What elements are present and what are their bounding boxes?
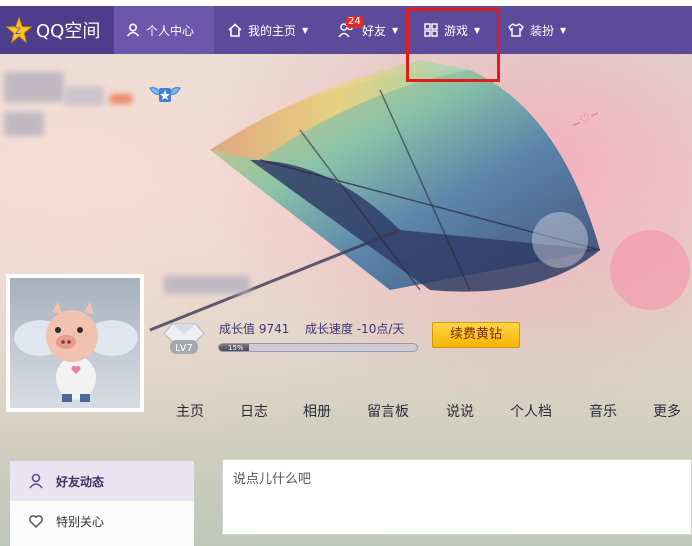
user-icon bbox=[126, 23, 140, 37]
notification-badge: 24 bbox=[346, 16, 363, 28]
nav-dress-up[interactable]: 装扮 ▼ bbox=[508, 6, 566, 54]
nav-label: 好友 bbox=[362, 23, 387, 38]
tab-music[interactable]: 音乐 bbox=[589, 401, 617, 421]
level-label: LV7 bbox=[175, 343, 193, 354]
chevron-down-icon: ▼ bbox=[302, 25, 309, 35]
home-icon bbox=[228, 23, 242, 37]
avatar-image bbox=[10, 278, 140, 408]
blurred-nickname bbox=[164, 276, 250, 294]
user-icon bbox=[29, 473, 43, 489]
tab-profile[interactable]: 个人档 bbox=[510, 401, 552, 421]
nav-label: 我的主页 bbox=[248, 23, 297, 38]
left-sidebar: 好友动态 特别关心 bbox=[10, 461, 194, 546]
sogou-logo-icon: S bbox=[516, 471, 542, 497]
tab-home[interactable]: 主页 bbox=[176, 401, 204, 421]
highlight-annotation-box bbox=[406, 8, 500, 82]
watermark-text: 搜狗指南 bbox=[546, 474, 635, 499]
renew-yellow-diamond-button[interactable]: 续费黄钻 bbox=[432, 322, 520, 348]
post-placeholder: 说点儿什么吧 bbox=[233, 472, 312, 487]
tab-album[interactable]: 相册 bbox=[303, 401, 331, 421]
svg-text:Z: Z bbox=[15, 27, 21, 37]
sidebar-item-friend-feed[interactable]: 好友动态 bbox=[10, 461, 194, 501]
tab-blog[interactable]: 日志 bbox=[240, 401, 268, 421]
nav-friends[interactable]: 好友 ▼ bbox=[338, 6, 398, 54]
vip-wings-icon[interactable] bbox=[148, 82, 182, 108]
growth-value: 成长值 9741 bbox=[219, 322, 290, 336]
blurred-username bbox=[64, 86, 104, 106]
blurred-username bbox=[4, 72, 64, 102]
shirt-icon bbox=[508, 23, 524, 37]
nav-my-homepage[interactable]: 我的主页 ▼ bbox=[228, 6, 308, 54]
level-diamond-icon[interactable]: LV7 bbox=[162, 322, 206, 356]
star-logo-icon: Z bbox=[6, 17, 32, 43]
sidebar-item-label: 好友动态 bbox=[56, 474, 105, 489]
progress-label: 15% bbox=[228, 344, 244, 352]
growth-speed: 成长速度 -10点/天 bbox=[305, 322, 405, 336]
blurred-info bbox=[4, 112, 44, 136]
chevron-down-icon: ▼ bbox=[560, 25, 567, 35]
tab-message-board[interactable]: 留言板 bbox=[367, 401, 409, 421]
svg-text:S: S bbox=[524, 478, 533, 493]
nav-label: 装扮 bbox=[530, 23, 555, 38]
avatar[interactable] bbox=[6, 274, 144, 412]
nav-personal-center[interactable]: 个人中心 bbox=[114, 6, 214, 54]
logo-text: QQ空间 bbox=[36, 21, 101, 42]
growth-progress-bar bbox=[218, 343, 418, 352]
nav-label: 个人中心 bbox=[146, 23, 195, 38]
tab-more[interactable]: 更多 bbox=[653, 401, 681, 421]
tab-moments[interactable]: 说说 bbox=[446, 401, 474, 421]
qzone-logo[interactable]: Z QQ空间 bbox=[0, 6, 114, 54]
sidebar-item-label: 特别关心 bbox=[56, 514, 105, 529]
chevron-down-icon: ▼ bbox=[392, 25, 399, 35]
heart-icon bbox=[29, 515, 43, 529]
pig-avatar-illustration bbox=[14, 302, 138, 402]
watermark-url: zhinan.sogou.com bbox=[516, 500, 608, 511]
sidebar-item-special-care[interactable]: 特别关心 bbox=[10, 501, 194, 541]
blurred-badge bbox=[110, 94, 132, 104]
watermark: S 搜狗指南 bbox=[516, 468, 634, 500]
top-nav-bar: Z QQ空间 个人中心 我的主页 ▼ 好友 ▼ 24 游戏 ▼ 装扮 ▼ bbox=[0, 6, 692, 54]
